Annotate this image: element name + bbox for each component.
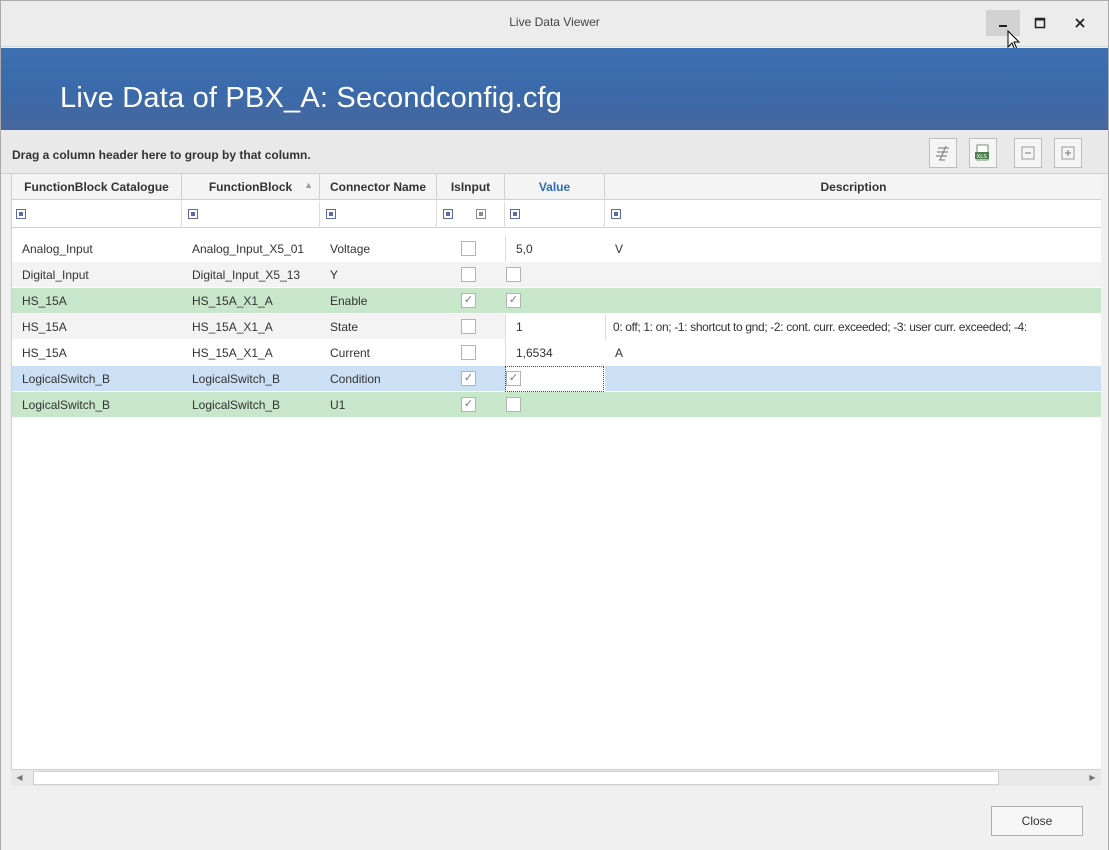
cell-description: A [615, 346, 624, 360]
cell-functionblock: LogicalSwitch_B [192, 398, 281, 412]
cell-functionblock: HS_15A_X1_A [192, 320, 273, 334]
svg-text:XLS: XLS [977, 154, 988, 160]
cell-value[interactable]: 5,0 [505, 236, 605, 262]
page-title: Live Data of PBX_A: Secondconfig.cfg [60, 82, 563, 114]
cell-value[interactable]: 1 [505, 314, 605, 340]
cell-catalogue: Analog_Input [22, 242, 93, 256]
cell-functionblock: Analog_Input_X5_01 [192, 242, 305, 256]
live-data-grid[interactable]: FunctionBlock Catalogue FunctionBlock ▲ … [11, 174, 1101, 769]
table-row[interactable]: Digital_Input Digital_Input_X5_13 Y [12, 262, 1101, 288]
cell-catalogue: Digital_Input [22, 268, 89, 282]
cell-description: V [615, 242, 624, 256]
export-xls-icon: XLS [975, 144, 989, 161]
scroll-left-icon[interactable]: ◀ [11, 770, 28, 786]
table-row[interactable]: HS_15A HS_15A_X1_A State 1 0: off; 1: on… [12, 314, 1101, 340]
filter-cell-catalogue[interactable] [12, 201, 182, 228]
column-chooser-button[interactable] [929, 138, 957, 168]
table-row[interactable]: HS_15A HS_15A_X1_A Current 1,6534 A [12, 340, 1101, 366]
table-row[interactable]: LogicalSwitch_B LogicalSwitch_B U1 ✓ [12, 392, 1101, 418]
sort-ascending-icon: ▲ [304, 180, 313, 190]
header-banner: Live Data of PBX_A: Secondconfig.cfg [1, 48, 1108, 130]
isinput-checkbox-checked: ✓ [461, 371, 476, 386]
isinput-checkbox [461, 319, 476, 334]
scroll-right-icon[interactable]: ▶ [1084, 770, 1101, 786]
cell-value[interactable]: 1,6534 [505, 340, 605, 366]
close-button[interactable]: Close [991, 806, 1083, 836]
title-bar[interactable]: Live Data Viewer [1, 1, 1108, 51]
column-header-catalogue[interactable]: FunctionBlock Catalogue [12, 174, 182, 200]
cell-catalogue: HS_15A [22, 320, 67, 334]
filter-cell-description[interactable] [605, 201, 1101, 228]
live-data-viewer-window: Live Data Viewer Live Data of PBX_A: Sec… [0, 0, 1109, 850]
isinput-checkbox [461, 267, 476, 282]
filter-icon[interactable] [443, 209, 453, 219]
maximize-button[interactable] [1023, 10, 1057, 36]
filter-row [12, 201, 1101, 228]
collapse-all-icon [1021, 146, 1035, 160]
cell-connector: U1 [330, 398, 346, 412]
isinput-checkbox-checked: ✓ [461, 293, 476, 308]
column-header-functionblock[interactable]: FunctionBlock ▲ [182, 174, 320, 200]
column-header-row: FunctionBlock Catalogue FunctionBlock ▲ … [12, 174, 1101, 200]
filter-cell-value[interactable] [505, 201, 605, 228]
filter-icon[interactable] [16, 209, 26, 219]
filter-icon[interactable] [611, 209, 621, 219]
cell-description [605, 288, 1101, 314]
cell-connector: Enable [330, 294, 368, 308]
close-icon [1075, 18, 1085, 28]
filter-icon[interactable] [510, 209, 520, 219]
filter-cell-isinput[interactable] [437, 201, 505, 228]
maximize-icon [1034, 17, 1046, 29]
cell-functionblock: HS_15A_X1_A [192, 294, 273, 308]
collapse-all-button[interactable] [1014, 138, 1042, 168]
cell-description [605, 366, 1101, 392]
group-panel-hint: Drag a column header here to group by th… [12, 148, 311, 162]
filter-icon[interactable] [326, 209, 336, 219]
cell-catalogue: LogicalSwitch_B [22, 398, 111, 412]
cell-functionblock: HS_15A_X1_A [192, 346, 273, 360]
column-header-connector[interactable]: Connector Name [320, 174, 437, 200]
scrollbar-thumb[interactable] [33, 771, 999, 785]
isinput-checkbox [461, 241, 476, 256]
value-checkbox[interactable] [506, 397, 521, 412]
table-row[interactable]: HS_15A HS_15A_X1_A Enable ✓ ✓ [12, 288, 1101, 314]
column-header-functionblock-label: FunctionBlock [208, 180, 293, 194]
cell-description: 0: off; 1: on; -1: shortcut to gnd; -2: … [605, 314, 1101, 340]
close-window-button[interactable] [1063, 10, 1097, 36]
expand-all-button[interactable] [1054, 138, 1082, 168]
table-row-selected[interactable]: LogicalSwitch_B LogicalSwitch_B Conditio… [12, 366, 1101, 392]
isinput-checkbox-checked: ✓ [461, 397, 476, 412]
cell-connector: Y [330, 268, 339, 282]
filter-cell-functionblock[interactable] [182, 201, 320, 228]
filter-checkbox-indeterminate-icon[interactable] [476, 209, 486, 219]
minimize-icon [999, 25, 1007, 27]
cell-functionblock: LogicalSwitch_B [192, 372, 281, 386]
value-checkbox[interactable] [506, 267, 521, 282]
isinput-checkbox [461, 345, 476, 360]
cell-catalogue: HS_15A [22, 294, 67, 308]
column-header-isinput[interactable]: IsInput [437, 174, 505, 200]
cell-description [605, 392, 1101, 418]
expand-all-icon [1061, 146, 1075, 160]
filter-cell-connector[interactable] [320, 201, 437, 228]
dialog-footer [1, 787, 1108, 850]
column-chooser-icon [936, 145, 949, 161]
table-row[interactable]: Analog_Input Analog_Input_X5_01 Voltage … [12, 236, 1101, 262]
cell-description [605, 262, 1101, 288]
export-xls-button[interactable]: XLS [969, 138, 997, 168]
cell-connector: Current [330, 346, 371, 360]
cell-functionblock: Digital_Input_X5_13 [192, 268, 301, 282]
value-checkbox-checked[interactable]: ✓ [506, 293, 521, 308]
column-header-description[interactable]: Description [605, 174, 1101, 200]
horizontal-scrollbar[interactable]: ◀ ▶ [11, 769, 1101, 786]
cell-connector: Condition [330, 372, 381, 386]
cell-connector: Voltage [330, 242, 371, 256]
value-checkbox-checked[interactable]: ✓ [506, 371, 521, 386]
cell-catalogue: LogicalSwitch_B [22, 372, 111, 386]
cell-catalogue: HS_15A [22, 346, 67, 360]
filter-icon[interactable] [188, 209, 198, 219]
column-header-value[interactable]: Value [505, 174, 605, 200]
cell-connector: State [330, 320, 359, 334]
window-title: Live Data Viewer [509, 15, 600, 29]
